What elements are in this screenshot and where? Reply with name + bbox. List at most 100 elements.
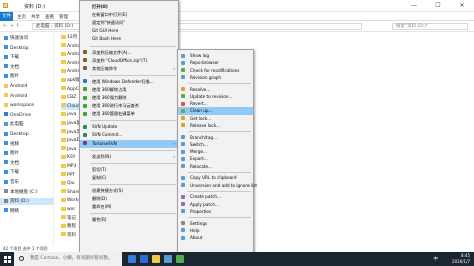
sidebar-item[interactable]: 音乐 (4, 179, 19, 186)
search-input[interactable]: 搜索"资料 (D:)" (392, 23, 468, 30)
svn-menu-item[interactable]: Copy URL to clipboard (178, 174, 253, 181)
nav-item-icon (4, 141, 8, 146)
tab-home[interactable]: 主页 (17, 14, 26, 20)
context-menu-item[interactable]: Git GUI Here (80, 27, 178, 35)
edge-icon[interactable] (140, 255, 148, 263)
context-menu-item[interactable]: 属性(R) (80, 216, 178, 224)
svn-menu-item[interactable]: Show log (178, 52, 253, 59)
maximize-button[interactable]: ☐ (426, 0, 450, 12)
sidebar-item[interactable]: 下载 (4, 54, 19, 61)
sidebar-item[interactable]: 资料 (D:) (0, 198, 54, 206)
sidebar-item[interactable]: Android (4, 83, 27, 90)
svn-menu-item[interactable]: Apply patch... (178, 201, 253, 208)
sidebar-item[interactable]: Desktop (4, 131, 29, 138)
nav-arrows-icon[interactable]: ←→↑ (3, 23, 22, 29)
sidebar-item[interactable]: 下载 (4, 169, 19, 176)
sidebar-item[interactable]: 图片 (4, 73, 19, 80)
menu-item-icon (181, 68, 185, 72)
context-menu-item[interactable]: TortoiseSVN › (80, 139, 178, 148)
svn-menu-item[interactable]: Switch... (178, 141, 253, 148)
explorer-titlebar[interactable]: 资料 (D:) — ☐ ✕ (0, 0, 474, 12)
context-menu-item[interactable]: 复制(C) (80, 174, 178, 182)
sidebar-item-label: 音乐 (10, 180, 19, 185)
svn-menu-item[interactable]: Revert... (178, 100, 253, 107)
svn-menu-item[interactable]: Revision graph (178, 74, 253, 81)
context-menu-item-label: 添加到 "CloudOffice.zip"(T) (92, 57, 148, 63)
input-language-indicator[interactable]: 中 (434, 256, 439, 262)
sidebar-item[interactable]: 视频 (4, 141, 19, 148)
context-menu-item[interactable]: 创建快捷方式(S) (80, 187, 178, 195)
svn-menu-item[interactable]: Update to revision... (178, 93, 253, 100)
start-button[interactable] (0, 252, 14, 266)
close-button[interactable]: ✕ (450, 0, 474, 12)
svn-menu-item[interactable]: Relocate... (178, 163, 253, 170)
sidebar-item[interactable]: 此电脑 (4, 121, 24, 128)
sidebar-item[interactable]: Desktop (4, 45, 29, 52)
svn-menu-item[interactable]: Properties (178, 208, 253, 215)
sidebar-item[interactable]: workspace (4, 102, 34, 109)
minimize-button[interactable]: — (402, 0, 426, 12)
context-menu-item[interactable]: Git Bash Here (80, 35, 178, 43)
context-menu-item[interactable]: 固定到"快速访问" (80, 19, 178, 27)
svn-menu-item[interactable]: Get lock... (178, 115, 253, 122)
context-menu-item[interactable]: 在新窗口中打开(E) (80, 11, 178, 19)
chevron-right-icon: › (173, 153, 175, 159)
task-view-icon[interactable] (128, 255, 136, 263)
context-menu-item[interactable]: 使用 360管理右键菜单 (80, 110, 178, 118)
svn-menu-item[interactable]: Check for modifications (178, 67, 253, 74)
svn-menu-item[interactable]: Settings (178, 220, 253, 227)
svn-menu-item[interactable]: Release lock... (178, 122, 253, 129)
context-menu-item[interactable]: 使用 360进行木马云查杀 (80, 102, 178, 110)
svn-menu-item[interactable]: Export... (178, 155, 253, 162)
sidebar-item[interactable]: 图片 (4, 150, 19, 157)
menu-separator (90, 74, 176, 76)
sidebar-item[interactable]: OneDrive (4, 112, 31, 119)
context-menu-item[interactable]: 使用 360解除占用 (80, 86, 178, 94)
context-menu-item[interactable]: SVN Update (80, 123, 178, 131)
nav-item-icon (4, 189, 8, 194)
context-menu-item[interactable]: 发送到(N) › (80, 153, 178, 161)
store-icon[interactable] (164, 255, 172, 263)
folder-icon (61, 172, 66, 177)
context-menu-item[interactable]: 重命名(M) (80, 203, 178, 211)
context-menu-item[interactable]: SVN Commit... (80, 131, 178, 139)
context-menu-item[interactable]: 其他压缩命令 › (80, 65, 178, 73)
window-controls: — ☐ ✕ (402, 0, 474, 12)
file-explorer-icon[interactable] (152, 255, 160, 263)
svn-menu-item-label: Branch/tag... (190, 134, 218, 140)
cortana-search-box[interactable]: 我是 Cortana，小娜。有问题尽管问我。 (14, 252, 122, 266)
svn-menu-item[interactable]: Clean up... (178, 107, 253, 115)
svn-menu-item[interactable]: Help (178, 227, 253, 234)
sidebar-item[interactable]: 快速访问 (4, 35, 28, 42)
svn-menu-item[interactable]: Repo-browser (178, 59, 253, 66)
context-menu-item[interactable]: 使用 Windows Defender扫描... (80, 78, 178, 86)
sidebar-item[interactable]: 本地磁盘 (C:) (4, 189, 38, 196)
svn-menu-item[interactable]: Unversion and add to ignore list › (178, 182, 257, 189)
app-icon[interactable] (176, 255, 184, 263)
context-menu-item-label: 添加到压缩文件(A)... (92, 49, 132, 55)
sidebar-item[interactable]: 文档 (4, 160, 19, 167)
tab-share[interactable]: 共享 (31, 14, 40, 20)
sidebar-item[interactable]: Android (4, 93, 27, 100)
svn-menu-item[interactable]: Create patch... (178, 193, 253, 200)
context-menu-item[interactable]: 添加到压缩文件(A)... (80, 49, 178, 57)
context-menu-item[interactable]: 添加到 "CloudOffice.zip"(T) (80, 57, 178, 65)
svn-menu-item-label: Release lock... (190, 122, 221, 128)
svn-menu-item[interactable]: Branch/tag... (178, 134, 253, 141)
menu-item-icon (181, 202, 185, 206)
svn-menu-item-label: Switch... (190, 141, 208, 147)
tab-file[interactable]: 文件 (0, 12, 13, 21)
system-tray[interactable]: 8:45 2016/1/7 (452, 253, 470, 264)
tab-manage[interactable]: 管理 (59, 14, 68, 20)
svn-menu-item[interactable]: Merge... (178, 148, 253, 155)
tab-view[interactable]: 查看 (45, 14, 54, 20)
context-menu-item[interactable]: 删除(D) (80, 195, 178, 203)
context-menu-item[interactable]: 打开(O) (80, 3, 178, 11)
context-menu-item[interactable]: 剪切(T) (80, 166, 178, 174)
context-menu-item-label: 复制(C) (92, 174, 107, 180)
context-menu-item[interactable]: 使用 360强力删除 (80, 94, 178, 102)
sidebar-item[interactable]: 文档 (4, 64, 19, 71)
svn-menu-item[interactable]: About (178, 234, 253, 241)
sidebar-item[interactable]: 网络 (4, 208, 19, 215)
svn-menu-item[interactable]: Resolve... (178, 86, 253, 93)
